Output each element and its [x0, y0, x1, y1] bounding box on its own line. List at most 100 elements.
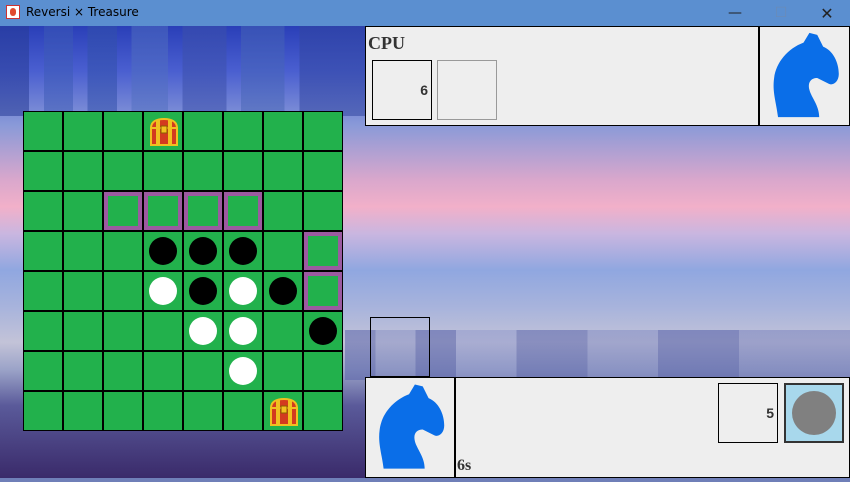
board-cell-valid-move[interactable]: [183, 191, 223, 231]
board-cell[interactable]: [303, 151, 343, 191]
board-cell[interactable]: [103, 311, 143, 351]
board-cell[interactable]: [23, 311, 63, 351]
empty-preview-box: [370, 317, 430, 377]
board-cell[interactable]: [223, 111, 263, 151]
board-cell[interactable]: [103, 111, 143, 151]
player-piece-count: 5: [718, 383, 778, 443]
board-cell[interactable]: [303, 111, 343, 151]
board-cell[interactable]: [183, 311, 223, 351]
board-cell[interactable]: [63, 351, 103, 391]
board-cell-valid-move[interactable]: [303, 271, 343, 311]
board-cell[interactable]: [183, 231, 223, 271]
board-cell[interactable]: [183, 351, 223, 391]
board-cell[interactable]: [23, 231, 63, 271]
player-stone: [792, 391, 836, 435]
minimize-button[interactable]: —: [712, 0, 758, 26]
board-cell[interactable]: [263, 231, 303, 271]
board-cell[interactable]: [143, 391, 183, 431]
board-cell[interactable]: [223, 391, 263, 431]
board-cell[interactable]: [63, 191, 103, 231]
white-disc: [229, 357, 257, 385]
board-cell[interactable]: [63, 271, 103, 311]
horse-head-icon: [773, 32, 839, 118]
player-stone-indicator: [784, 383, 844, 443]
treasure-chest-icon: [269, 397, 299, 426]
board-cell[interactable]: [23, 351, 63, 391]
black-disc: [149, 237, 177, 265]
board-cell-valid-move[interactable]: [143, 191, 183, 231]
white-disc: [189, 317, 217, 345]
board-cell[interactable]: [303, 351, 343, 391]
background-skyline: [0, 26, 365, 116]
board-cell-valid-move[interactable]: [223, 191, 263, 231]
board-cell[interactable]: [223, 271, 263, 311]
close-button[interactable]: ✕: [804, 0, 850, 26]
white-disc: [149, 277, 177, 305]
board-cell[interactable]: [223, 231, 263, 271]
board-cell[interactable]: [103, 151, 143, 191]
java-app-icon: [6, 5, 20, 19]
cpu-count-value: 6: [420, 82, 428, 98]
board-cell[interactable]: [143, 111, 183, 151]
board-cell[interactable]: [63, 391, 103, 431]
cpu-empty-slot: [437, 60, 497, 120]
board-cell[interactable]: [303, 311, 343, 351]
board-cell[interactable]: [143, 151, 183, 191]
board-cell[interactable]: [143, 351, 183, 391]
black-disc: [269, 277, 297, 305]
board-cell[interactable]: [223, 311, 263, 351]
board-cell[interactable]: [143, 271, 183, 311]
board-cell[interactable]: [183, 271, 223, 311]
board-cell[interactable]: [263, 391, 303, 431]
board-cell[interactable]: [223, 351, 263, 391]
board-cell[interactable]: [263, 111, 303, 151]
board-cell-valid-move[interactable]: [303, 231, 343, 271]
board-cell[interactable]: [63, 151, 103, 191]
black-disc: [189, 277, 217, 305]
reversi-board: [23, 111, 343, 431]
turn-timer: 6s: [457, 457, 472, 474]
board-cell[interactable]: [303, 191, 343, 231]
player-count-value: 5: [766, 405, 774, 421]
board-cell[interactable]: [263, 351, 303, 391]
board-cell[interactable]: [183, 111, 223, 151]
board-cell[interactable]: [23, 111, 63, 151]
board-cell[interactable]: [63, 111, 103, 151]
cpu-piece-count: 6: [372, 60, 432, 120]
title-bar: Reversi × Treasure — ☐ ✕: [0, 0, 850, 26]
board-cell[interactable]: [23, 391, 63, 431]
window-title: Reversi × Treasure: [26, 5, 139, 19]
player-avatar: [365, 377, 455, 478]
board-cell[interactable]: [263, 191, 303, 231]
board-cell[interactable]: [263, 151, 303, 191]
board-cell[interactable]: [183, 151, 223, 191]
black-disc: [309, 317, 337, 345]
board-cell[interactable]: [103, 351, 143, 391]
board-cell[interactable]: [303, 391, 343, 431]
board-cell[interactable]: [63, 311, 103, 351]
board-cell[interactable]: [23, 271, 63, 311]
board-cell[interactable]: [103, 271, 143, 311]
cpu-panel: CPU 6: [365, 26, 759, 126]
maximize-button[interactable]: ☐: [758, 0, 804, 26]
board-cell[interactable]: [223, 151, 263, 191]
cpu-avatar: [759, 26, 850, 126]
white-disc: [229, 317, 257, 345]
board-cell[interactable]: [103, 391, 143, 431]
board-cell-valid-move[interactable]: [103, 191, 143, 231]
board-cell[interactable]: [263, 271, 303, 311]
treasure-chest-icon: [149, 117, 179, 146]
black-disc: [229, 237, 257, 265]
board-cell[interactable]: [143, 311, 183, 351]
horse-head-icon: [379, 384, 445, 469]
board-cell[interactable]: [263, 311, 303, 351]
board-cell[interactable]: [23, 151, 63, 191]
board-cell[interactable]: [183, 391, 223, 431]
black-disc: [189, 237, 217, 265]
board-cell[interactable]: [63, 231, 103, 271]
board-cell[interactable]: [23, 191, 63, 231]
player-panel: 6s 5: [455, 377, 850, 478]
board-cell[interactable]: [103, 231, 143, 271]
board-cell[interactable]: [143, 231, 183, 271]
cpu-name: CPU: [368, 33, 405, 53]
